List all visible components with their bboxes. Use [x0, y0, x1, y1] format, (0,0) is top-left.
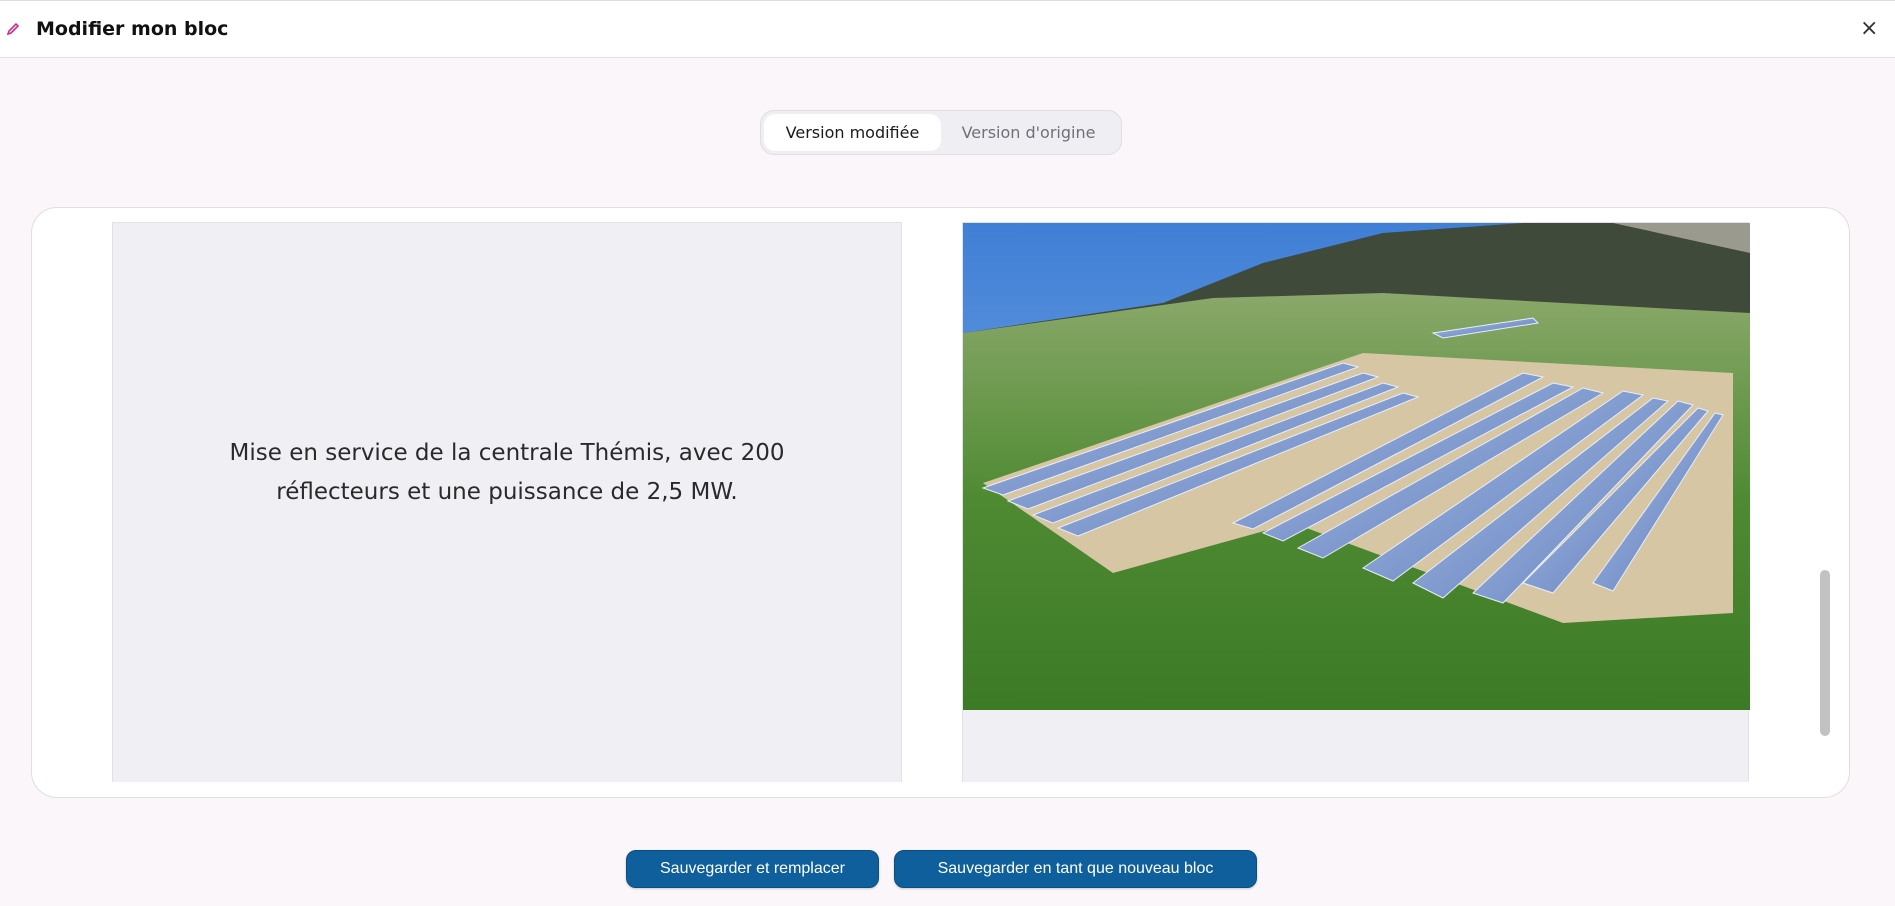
dialog-header: Modifier mon bloc × [0, 0, 1895, 58]
dialog-title: Modifier mon bloc [36, 18, 229, 40]
save-replace-button[interactable]: Sauvegarder et remplacer [626, 850, 879, 888]
solar-plant-photo [963, 223, 1750, 710]
version-toggle: Version modifiée Version d'origine [760, 110, 1122, 155]
scrollbar[interactable] [1820, 570, 1830, 736]
block-text: Mise en service de la centrale Thémis, a… [229, 439, 785, 505]
save-as-new-block-button[interactable]: Sauvegarder en tant que nouveau bloc [894, 850, 1257, 888]
pencil-icon [6, 22, 20, 36]
text-panel: Mise en service de la centrale Thémis, a… [112, 222, 902, 782]
tab-version-origine[interactable]: Version d'origine [941, 114, 1116, 151]
tab-version-modifiee[interactable]: Version modifiée [764, 114, 941, 151]
image-panel [962, 222, 1750, 782]
close-icon[interactable]: × [1860, 18, 1878, 40]
